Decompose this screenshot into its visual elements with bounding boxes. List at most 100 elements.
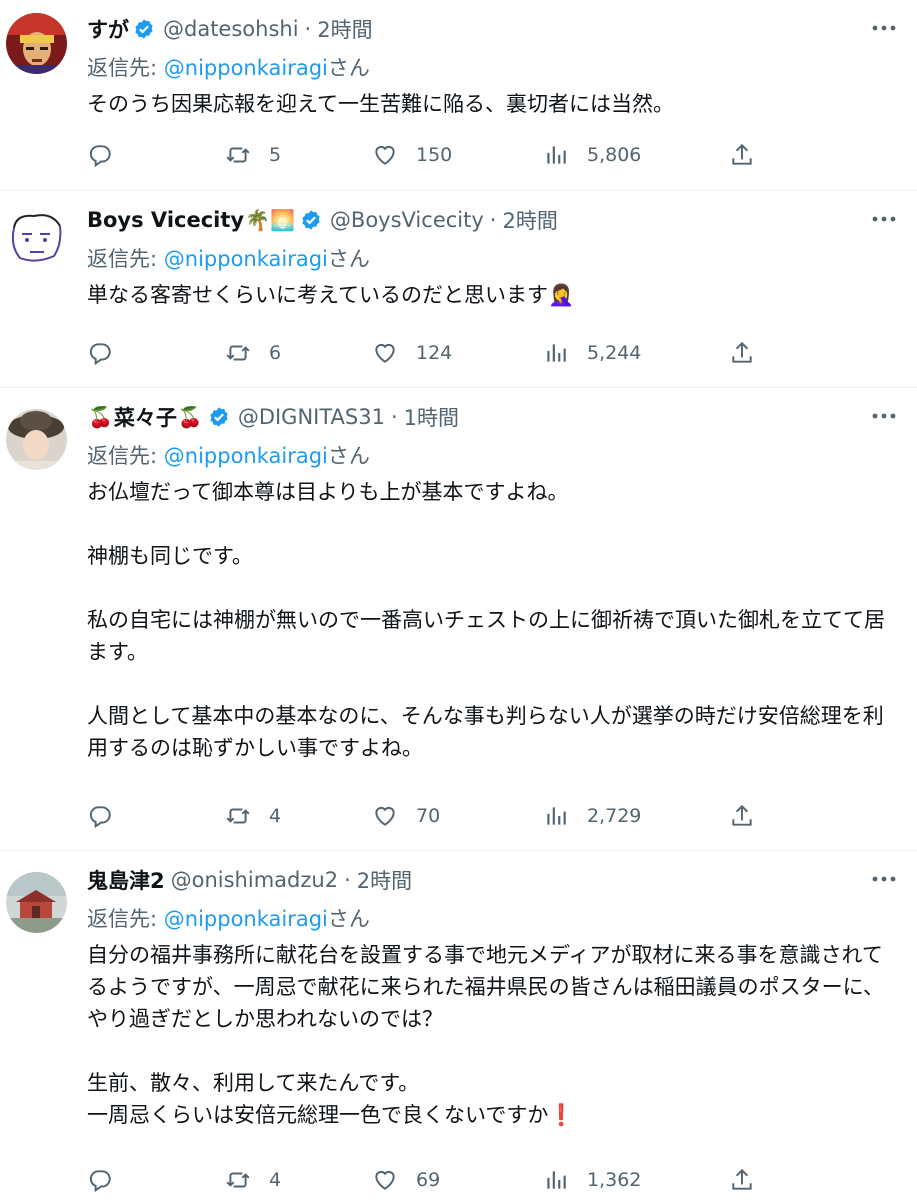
separator-dot: ·: [344, 868, 351, 892]
reply-prefix: 返信先:: [87, 56, 164, 80]
heart-icon: [375, 1170, 395, 1190]
like-button[interactable]: 124: [372, 338, 452, 368]
reply-button[interactable]: [87, 338, 131, 368]
share-icon: [732, 143, 752, 165]
reply-icon: [89, 1170, 111, 1193]
avatar[interactable]: [6, 872, 67, 933]
timestamp[interactable]: 1時間: [404, 402, 459, 432]
user-handle[interactable]: @datesohshi: [163, 17, 299, 41]
retweet-button[interactable]: 4: [225, 801, 281, 831]
more-options-icon[interactable]: [871, 18, 897, 38]
views-chart-icon: [547, 146, 566, 164]
heart-icon: [375, 343, 395, 363]
user-handle[interactable]: @onishimadzu2: [171, 868, 338, 892]
tweet-header: 🍒 菜々子 🍒 @DIGNITAS31 · 1時間: [87, 402, 459, 432]
reply-to-line: 返信先: @nipponkairagiさん: [87, 440, 370, 470]
separator-dot: ·: [390, 405, 398, 429]
avatar[interactable]: [6, 409, 67, 470]
reply-button[interactable]: [87, 1165, 131, 1195]
tweet-header: すが @datesohshi · 2時間: [87, 14, 373, 44]
reply-prefix: 返信先:: [87, 247, 164, 271]
retweet-icon: [226, 1172, 250, 1188]
views-count: 5,244: [587, 342, 642, 364]
user-handle[interactable]: @BoysVicecity: [330, 208, 484, 232]
action-bar: 4 69 1,362: [87, 1165, 767, 1195]
timestamp[interactable]: 2時間: [502, 205, 557, 235]
reply-to-line: 返信先: @nipponkairagiさん: [87, 52, 370, 82]
name-emoji: 🌴🌅: [245, 208, 295, 232]
share-icon: [732, 1168, 752, 1190]
views-button[interactable]: 5,806: [543, 140, 641, 170]
reply-to-mention[interactable]: @nipponkairagi: [164, 907, 328, 931]
like-count: 69: [416, 1169, 441, 1191]
retweet-icon: [226, 147, 250, 163]
reply-to-line: 返信先: @nipponkairagiさん: [87, 903, 370, 933]
views-button[interactable]: 1,362: [543, 1165, 641, 1195]
action-bar: 4 70 2,729: [87, 801, 767, 831]
reply-suffix: さん: [327, 907, 370, 931]
views-count: 2,729: [587, 805, 642, 827]
retweet-count: 4: [269, 1169, 282, 1191]
reply-icon: [89, 343, 111, 366]
retweet-count: 5: [269, 144, 282, 166]
tweet[interactable]: Boys Vicecity 🌴🌅 @BoysVicecity · 2時間 返信先…: [0, 191, 917, 388]
retweet-button[interactable]: 5: [225, 140, 281, 170]
views-chart-icon: [547, 344, 566, 362]
reply-prefix: 返信先:: [87, 444, 164, 468]
more-options-icon[interactable]: [871, 869, 897, 889]
like-count: 124: [416, 342, 453, 364]
reply-to-mention[interactable]: @nipponkairagi: [164, 444, 328, 468]
separator-dot: ·: [304, 17, 312, 41]
retweet-count: 4: [269, 805, 282, 827]
tweet-text: お仏壇だって御本尊は目よりも上が基本ですよね。 神棚も同じです。 私の自宅には神…: [87, 480, 885, 760]
like-count: 150: [416, 144, 453, 166]
reply-to-line: 返信先: @nipponkairagiさん: [87, 243, 370, 273]
share-button[interactable]: [729, 140, 755, 170]
retweet-icon: [226, 345, 250, 361]
reply-prefix: 返信先:: [87, 907, 164, 931]
reply-to-mention[interactable]: @nipponkairagi: [164, 247, 328, 271]
verified-badge-icon: [133, 18, 155, 40]
avatar[interactable]: [6, 13, 67, 74]
reply-icon: [89, 145, 111, 168]
display-name[interactable]: すが: [87, 14, 129, 44]
retweet-button[interactable]: 4: [225, 1165, 281, 1195]
share-button[interactable]: [729, 338, 755, 368]
reply-button[interactable]: [87, 801, 131, 831]
verified-badge-icon: [300, 209, 322, 231]
tweet-header: Boys Vicecity 🌴🌅 @BoysVicecity · 2時間: [87, 205, 558, 235]
tweet[interactable]: 🍒 菜々子 🍒 @DIGNITAS31 · 1時間 返信先: @nipponka…: [0, 388, 917, 851]
more-options-icon[interactable]: [871, 209, 897, 229]
like-button[interactable]: 150: [372, 140, 452, 170]
reply-button[interactable]: [87, 140, 131, 170]
name-emoji: 🍒: [177, 405, 203, 429]
timestamp[interactable]: 2時間: [317, 14, 372, 44]
name-emoji: 🍒: [88, 405, 113, 429]
more-options-icon[interactable]: [871, 406, 897, 426]
user-handle[interactable]: @DIGNITAS31: [238, 405, 385, 429]
separator-dot: ·: [489, 208, 497, 232]
like-button[interactable]: 70: [372, 801, 440, 831]
views-chart-icon: [547, 1171, 566, 1189]
retweet-count: 6: [269, 342, 282, 364]
reply-suffix: さん: [327, 56, 370, 80]
share-button[interactable]: [729, 1165, 755, 1195]
reply-to-mention[interactable]: @nipponkairagi: [164, 56, 328, 80]
tweet-text: 単なる客寄せくらいに考えているのだと思います🤦‍♀️: [87, 283, 575, 307]
avatar[interactable]: [6, 206, 67, 267]
views-button[interactable]: 5,244: [543, 338, 641, 368]
retweet-button[interactable]: 6: [225, 338, 281, 368]
reply-suffix: さん: [327, 444, 370, 468]
tweet[interactable]: 鬼島津2 @onishimadzu2 · 2時間 返信先: @nipponkai…: [0, 851, 917, 1202]
like-button[interactable]: 69: [372, 1165, 440, 1195]
like-count: 70: [416, 805, 441, 827]
display-name[interactable]: 菜々子: [114, 402, 177, 432]
timestamp[interactable]: 2時間: [357, 865, 412, 895]
reply-suffix: さん: [327, 247, 370, 271]
share-button[interactable]: [729, 801, 755, 831]
display-name[interactable]: 鬼島津2: [87, 865, 165, 895]
display-name[interactable]: Boys Vicecity: [87, 208, 244, 232]
reply-icon: [89, 806, 111, 829]
views-button[interactable]: 2,729: [543, 801, 641, 831]
tweet[interactable]: すが @datesohshi · 2時間 返信先: @nipponkairagi…: [0, 0, 917, 191]
